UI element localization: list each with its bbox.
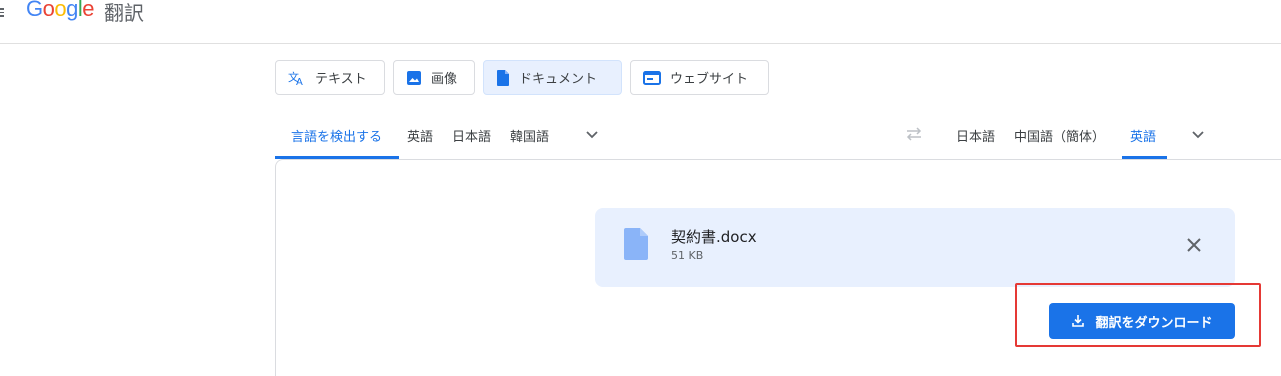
svg-text:A: A <box>296 77 303 86</box>
source-lang-korean[interactable]: 韓国語 <box>510 126 549 145</box>
mode-website-button[interactable]: ウェブサイト <box>630 60 769 95</box>
download-label: 翻訳をダウンロード <box>1095 315 1213 331</box>
mode-label: 画像 <box>431 72 458 87</box>
swap-languages-icon[interactable] <box>905 127 923 141</box>
source-lang-detect[interactable]: 言語を検出する <box>291 126 382 145</box>
image-icon <box>407 70 421 85</box>
source-lang-english[interactable]: 英語 <box>407 126 433 145</box>
logo-letter: G <box>26 0 43 21</box>
app-header: Google 翻訳 <box>0 0 1281 44</box>
close-icon[interactable] <box>1185 236 1203 254</box>
mode-label: ウェブサイト <box>670 72 749 87</box>
file-icon <box>624 228 648 260</box>
document-icon <box>497 69 509 86</box>
logo-letter: o <box>54 0 67 21</box>
target-lang-english[interactable]: 英語 <box>1130 126 1156 145</box>
download-icon <box>1072 315 1085 327</box>
file-card: 契約書.docx 51 KB <box>595 208 1235 287</box>
source-lang-japanese[interactable]: 日本語 <box>452 126 491 145</box>
google-logo[interactable]: Google <box>26 0 95 22</box>
translate-icon: 文 A <box>288 70 303 86</box>
website-icon <box>643 70 661 85</box>
target-lang-japanese[interactable]: 日本語 <box>956 126 995 145</box>
mode-label: ドキュメント <box>519 72 598 87</box>
logo-letter: e <box>82 0 95 21</box>
chevron-down-icon[interactable] <box>1190 126 1206 142</box>
logo-letter: g <box>66 0 78 21</box>
mode-image-button[interactable]: 画像 <box>393 60 475 95</box>
logo-letter: o <box>42 0 55 21</box>
menu-icon[interactable] <box>0 6 8 18</box>
product-name: 翻訳 <box>104 1 144 25</box>
target-lang-chinese-simplified[interactable]: 中国語（簡体） <box>1014 126 1105 145</box>
chevron-down-icon[interactable] <box>584 126 600 142</box>
mode-label: テキスト <box>315 72 367 87</box>
download-translation-button[interactable]: 翻訳をダウンロード <box>1049 303 1235 339</box>
file-name: 契約書.docx <box>671 228 757 246</box>
mode-document-button[interactable]: ドキュメント <box>483 60 622 95</box>
mode-text-button[interactable]: 文 A テキスト <box>275 60 385 95</box>
file-size: 51 KB <box>671 249 704 262</box>
